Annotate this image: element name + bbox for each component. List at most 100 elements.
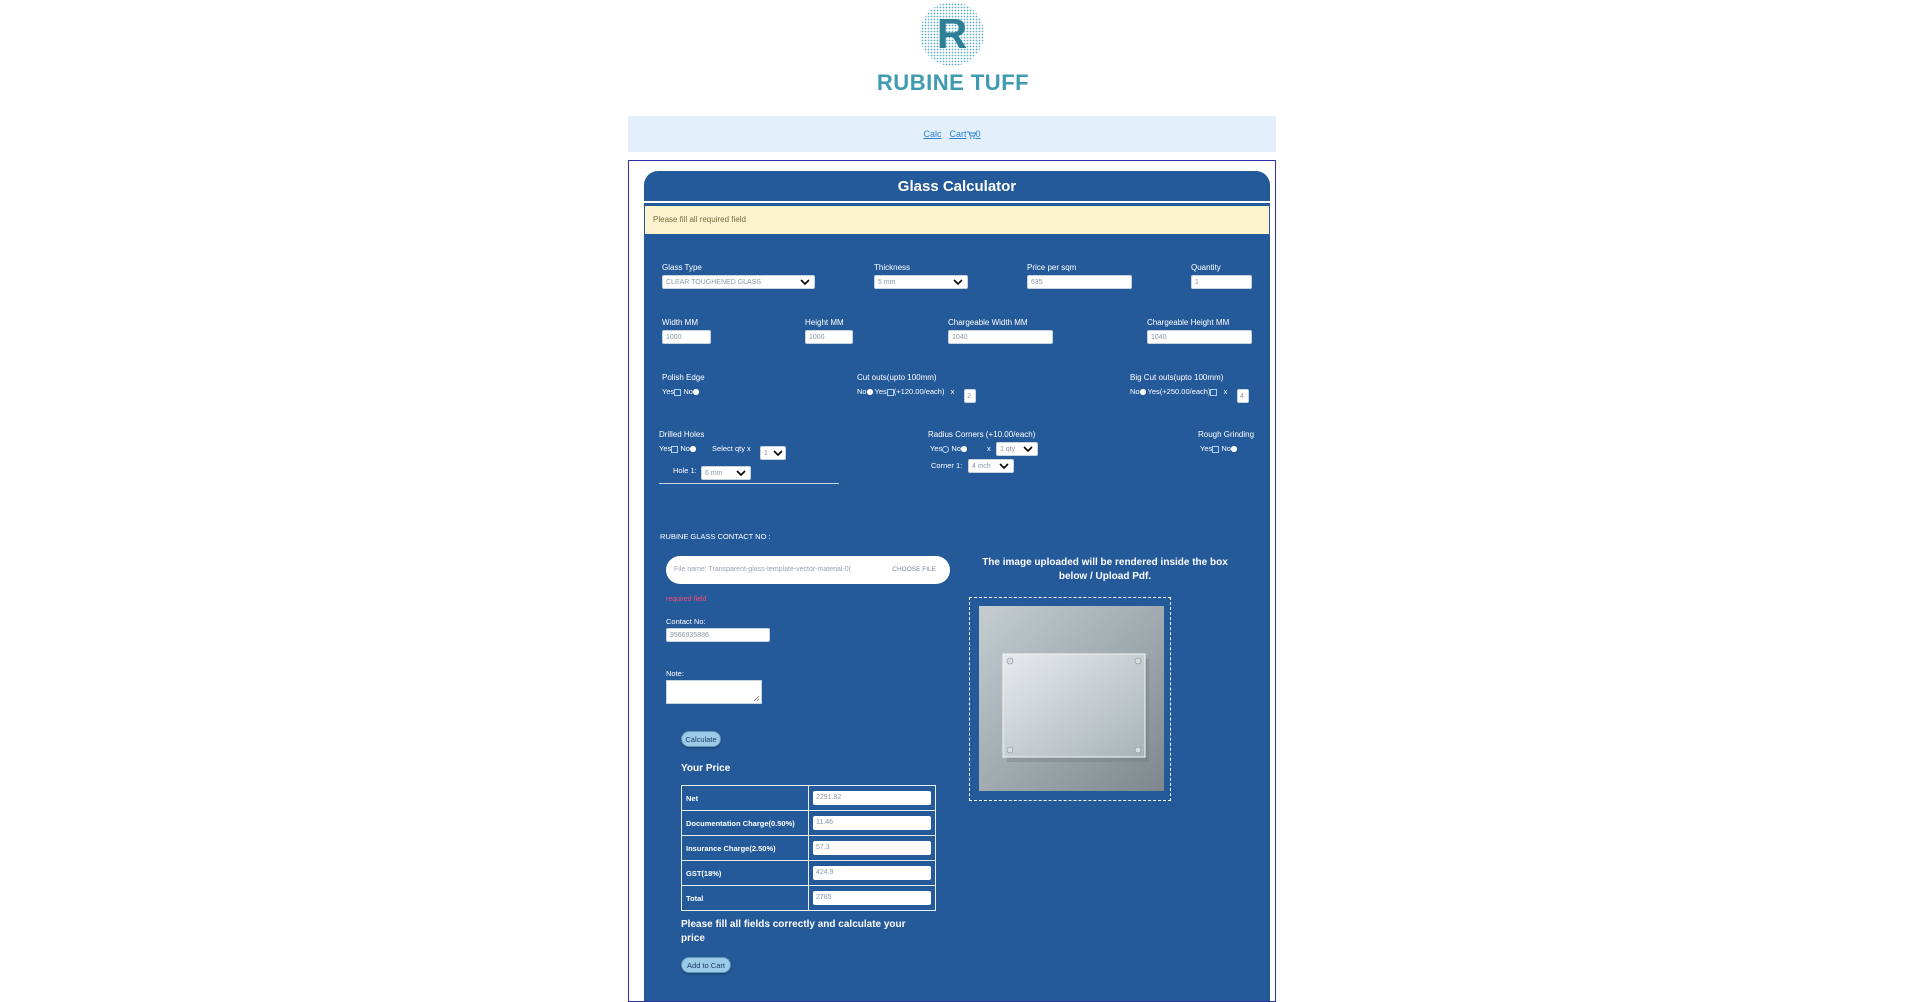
big-cut-outs-options: No Yes(+250.00/each) x (1130, 387, 1227, 396)
price-per-sqm-input[interactable]: 635 (1027, 275, 1132, 289)
rough-grinding-no-radio[interactable] (1230, 446, 1237, 453)
your-price-heading: Your Price (681, 763, 731, 774)
corner-size-value: 4 inch (972, 463, 991, 470)
drilled-holes-yes-radio[interactable] (671, 445, 679, 453)
choose-file-button[interactable]: CHOOSE FILE (892, 556, 936, 584)
polish-edge-yes-radio[interactable] (674, 388, 682, 396)
drilled-holes-label: Drilled Holes (659, 430, 705, 439)
corner-label: Corner 1: (931, 461, 963, 470)
cut-outs-label: Cut outs(upto 100mm) (857, 373, 937, 382)
quantity-input[interactable]: 1 (1191, 275, 1252, 289)
chevron-down-icon (800, 279, 810, 286)
chevron-down-icon (999, 463, 1009, 470)
drilled-holes-no-label: No (680, 444, 690, 453)
price-value-documentation[interactable]: 11.46 (813, 816, 931, 830)
chargeable-width-label: Chargeable Width MM (948, 318, 1028, 327)
nav-calc-link[interactable]: Calc (923, 129, 941, 139)
glass-type-select[interactable]: CLEAR TOUGHENED GLASS (662, 275, 815, 289)
file-upload-field[interactable]: File name: Transparent-glass-template-ve… (666, 556, 950, 584)
polish-edge-no-radio[interactable] (692, 389, 699, 396)
drilled-holes-select-qty-label: Select qty x (712, 444, 751, 453)
cut-outs-no-label: No (857, 387, 867, 396)
big-cut-outs-x: x (1223, 387, 1228, 396)
chevron-down-icon (953, 279, 963, 286)
rough-grinding-no-label: No (1221, 444, 1231, 453)
price-label-documentation: Documentation Charge(0.50%) (681, 810, 809, 836)
radius-corners-label: Radius Corners (+10.00/each) (928, 430, 1036, 439)
radius-corners-x: x (987, 444, 991, 453)
big-cut-outs-yes-label: Yes (1147, 387, 1160, 396)
quantity-label: Quantity (1191, 263, 1221, 272)
cut-outs-yes-label: Yes (874, 387, 887, 396)
price-value-total[interactable]: 2785 (813, 891, 931, 905)
polish-edge-no-label: No (683, 387, 693, 396)
hole-size-value: 6 mm (705, 470, 723, 477)
table-row: Total 2785 (681, 885, 936, 911)
logo-icon: R (920, 2, 984, 66)
glass-panel-preview-image (979, 606, 1164, 791)
big-cut-outs-no-radio[interactable] (1139, 389, 1146, 396)
price-label-gst: GST(18%) (681, 860, 809, 886)
drilled-holes-qty-select[interactable]: 1 (760, 446, 786, 460)
price-value-net[interactable]: 2291.82 (813, 791, 931, 805)
nav-cart-link[interactable]: Cart 0 (949, 129, 980, 139)
height-input[interactable]: 1000 (805, 330, 853, 344)
radius-corners-qty-value: 1 qty (1000, 446, 1016, 453)
hole-size-select[interactable]: 6 mm (701, 466, 751, 480)
cut-outs-no-radio[interactable] (866, 389, 873, 396)
cut-outs-yes-radio[interactable] (886, 388, 894, 396)
radius-corners-no-radio[interactable] (960, 446, 967, 453)
rough-grinding-yes-radio[interactable] (1212, 445, 1220, 453)
svg-text:R: R (937, 10, 967, 57)
width-input[interactable]: 1000 (662, 330, 711, 344)
cart-count: 0 (975, 129, 981, 139)
upload-instructions: The image uploaded will be rendered insi… (982, 557, 1228, 582)
radius-corners-no-label: No (951, 444, 961, 453)
price-label-insurance: Insurance Charge(2.50%) (681, 835, 809, 861)
chargeable-width-input[interactable]: 1040 (948, 330, 1053, 344)
cut-outs-x: x (950, 387, 955, 396)
chevron-down-icon (773, 450, 783, 457)
alert-message: Please fill all required field (645, 206, 1269, 234)
calculator-title: Glass Calculator (644, 171, 1270, 203)
chargeable-height-label: Chargeable Height MM (1147, 318, 1230, 327)
chevron-down-icon (1023, 446, 1033, 453)
thickness-value: 5 mm (878, 279, 896, 286)
drilled-holes-no-radio[interactable] (689, 446, 696, 453)
polish-edge-label: Polish Edge (662, 373, 705, 382)
price-label-total: Total (681, 885, 809, 911)
big-cut-outs-qty-input[interactable]: 4 (1237, 389, 1249, 403)
big-cut-outs-yes-radio[interactable] (1210, 388, 1218, 396)
big-cut-outs-label: Big Cut outs(upto 100mm) (1130, 373, 1224, 382)
calculate-button[interactable]: Calculate (681, 731, 721, 747)
contact-no-input[interactable]: 9566935886 (666, 628, 770, 642)
chevron-down-icon (736, 470, 746, 477)
cart-icon (966, 131, 976, 139)
price-value-gst[interactable]: 424.9 (813, 866, 931, 880)
radius-corners-qty-select[interactable]: 1 qty (996, 442, 1038, 456)
glass-type-value: CLEAR TOUGHENED GLASS (666, 279, 762, 286)
corner-size-select[interactable]: 4 inch (968, 459, 1014, 473)
image-preview-box[interactable] (969, 597, 1171, 801)
rough-grinding-options: Yes No (1200, 444, 1237, 453)
note-textarea[interactable] (666, 680, 762, 704)
radius-corners-yes-radio[interactable] (942, 445, 950, 453)
cut-outs-options: No Yes (+120.00/each) x (857, 387, 954, 396)
thickness-select[interactable]: 5 mm (874, 275, 968, 289)
table-row: GST(18%) 424.9 (681, 860, 936, 886)
add-to-cart-button[interactable]: Add to Cart (681, 957, 731, 973)
width-label: Width MM (662, 318, 698, 327)
height-label: Height MM (805, 318, 844, 327)
note-label: Note: (666, 669, 684, 678)
rough-grinding-label: Rough Grinding (1198, 430, 1255, 439)
cut-outs-price: (+120.00/each) (893, 387, 945, 396)
big-cut-outs-no-label: No (1130, 387, 1140, 396)
hole-label: Hole 1: (673, 466, 697, 475)
chargeable-height-input[interactable]: 1040 (1147, 330, 1252, 344)
price-value-insurance[interactable]: 57.3 (813, 841, 931, 855)
site-header: R RUBINE TUFF (0, 0, 1906, 112)
radius-corners-yes-label: Yes (930, 444, 943, 453)
cut-outs-qty-input[interactable]: 2 (964, 389, 976, 403)
brand-name: RUBINE TUFF (876, 70, 1030, 95)
big-cut-outs-price: (+250.00/each) (1159, 387, 1211, 396)
